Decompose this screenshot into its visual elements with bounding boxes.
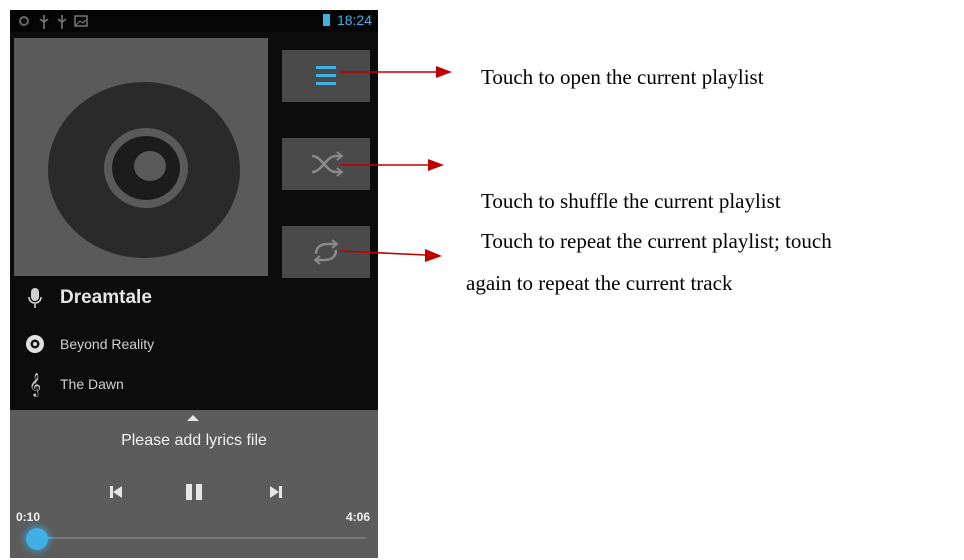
arrow-shuffle [340, 159, 444, 171]
annotation-shuffle: Touch to shuffle the current playlist [481, 189, 781, 213]
annotation-playlist: Touch to open the current playlist [481, 65, 764, 89]
arrow-playlist [340, 66, 452, 78]
annotation-repeat-line2: again to repeat the current track [466, 271, 733, 295]
arrow-repeat [339, 249, 442, 262]
annotation-repeat-line1: Touch to repeat the current playlist; to… [481, 229, 832, 253]
